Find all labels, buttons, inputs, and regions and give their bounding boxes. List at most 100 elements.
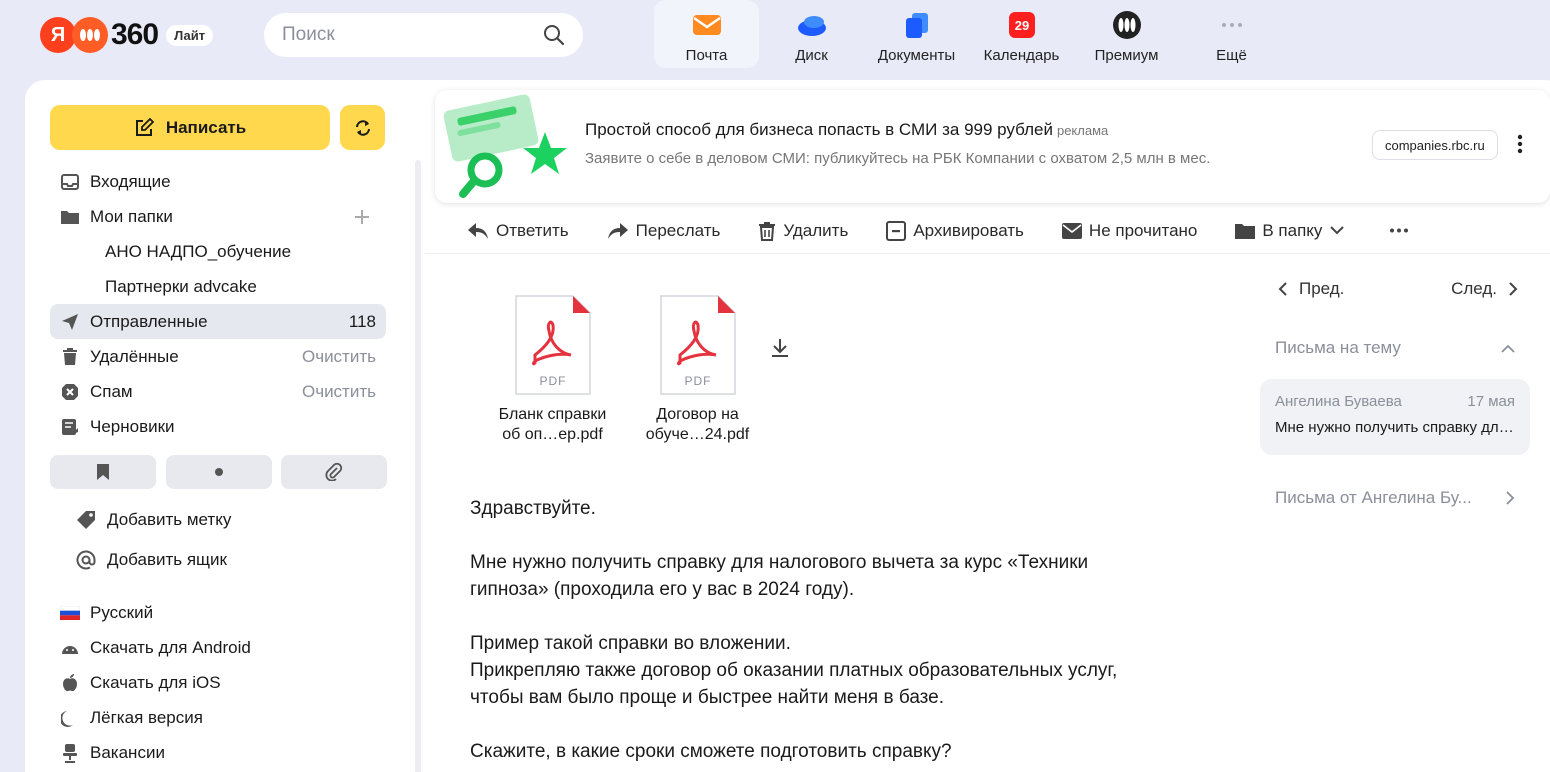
forward-button[interactable]: Переслать: [607, 221, 720, 241]
ad-title[interactable]: Простой способ для бизнеса попасть в СМИ…: [585, 120, 1108, 140]
light-version-link[interactable]: Лёгкая версия: [60, 700, 251, 735]
folder-trash[interactable]: Удалённые Очистить: [50, 339, 386, 374]
delete-button[interactable]: Удалить: [758, 221, 848, 241]
yandex-logo-icon: Я: [40, 17, 76, 53]
apple-icon: [60, 673, 80, 692]
logo-360-text: 360: [111, 18, 159, 51]
chevron-down-icon: [1330, 226, 1345, 235]
thread-panel: Пред. След. Письма на тему Ангелина Бува…: [1260, 275, 1530, 511]
ad-domain-button[interactable]: companies.rbc.ru: [1372, 130, 1498, 160]
yandex-360-logo[interactable]: Я 360 Лайт: [40, 15, 214, 55]
chevron-right-icon: [1509, 282, 1518, 296]
chevron-right-icon: [1506, 491, 1515, 505]
archive-icon: [886, 220, 907, 241]
chevron-left-icon: [1278, 282, 1287, 296]
compose-button[interactable]: Написать: [50, 105, 330, 150]
bookmark-icon: [97, 464, 109, 480]
folder-my-folders[interactable]: Мои папки: [50, 199, 386, 234]
service-documents[interactable]: Документы: [864, 0, 969, 68]
move-to-folder-button[interactable]: В папку: [1235, 221, 1351, 241]
language-link[interactable]: Русский: [60, 595, 251, 630]
ad-banner[interactable]: Простой способ для бизнеса попасть в СМИ…: [435, 90, 1550, 203]
add-label-link[interactable]: Добавить метку: [75, 500, 231, 540]
main-card: Написать Входящие Мои папки АНО НАДПО_об…: [25, 80, 1550, 772]
filter-bookmarked-button[interactable]: [50, 455, 156, 489]
spam-icon: [60, 382, 80, 402]
add-folder-icon[interactable]: [354, 209, 370, 225]
sidebar-scrollbar[interactable]: [415, 160, 421, 772]
tag-icon: [75, 510, 97, 530]
letters-from-sender-link[interactable]: Письма от Ангелина Бу...: [1260, 485, 1530, 511]
service-more[interactable]: Ещё: [1179, 0, 1284, 68]
dot-icon: [214, 468, 223, 476]
folder-sent[interactable]: Отправленные 118: [50, 304, 386, 339]
refresh-icon: [355, 119, 370, 136]
thread-date: 17 мая: [1467, 393, 1515, 410]
attachment-name: Бланк справки об оп…ер.pdf: [498, 406, 607, 443]
search-placeholder: Поиск: [282, 24, 335, 45]
folder-icon: [1235, 224, 1256, 239]
paperclip-icon: [325, 463, 343, 481]
filter-unread-button[interactable]: [165, 455, 272, 489]
trash-clear-link[interactable]: Очистить: [302, 347, 376, 367]
attachment-item[interactable]: PDF Бланк справки об оп…ер.pdf: [480, 295, 625, 445]
documents-icon: [901, 9, 933, 41]
thread-message-item[interactable]: Ангелина Буваева 17 мая Мне нужно получит…: [1260, 379, 1530, 455]
reply-button[interactable]: Ответить: [467, 221, 569, 241]
draft-icon: [60, 417, 80, 437]
spam-clear-link[interactable]: Очистить: [302, 382, 376, 402]
prev-message-link[interactable]: Пред.: [1278, 279, 1344, 299]
service-mail[interactable]: Почта: [654, 0, 759, 68]
filter-attachments-button[interactable]: [281, 455, 387, 489]
russian-flag-icon: [60, 605, 80, 620]
attachment-item[interactable]: PDF Договор на обуче…24.pdf: [625, 295, 770, 445]
search-input[interactable]: Поиск: [264, 13, 583, 57]
thread-subject: Мне нужно получить справку для налоговог…: [1275, 419, 1515, 436]
message-body: Здравствуйте. Мне нужно получить справку…: [470, 495, 1190, 772]
android-download-link[interactable]: Скачать для Android: [60, 630, 251, 665]
more-icon: [1390, 228, 1409, 233]
services-bar: Почта Диск Документы 29 Календарь Премиу…: [654, 0, 1284, 70]
thread-header[interactable]: Письма на тему: [1260, 333, 1530, 363]
forward-icon: [607, 222, 628, 239]
reply-icon: [468, 222, 488, 239]
service-calendar[interactable]: 29 Календарь: [969, 0, 1074, 68]
360-circles-icon: [72, 17, 108, 53]
ad-illustration-icon: [443, 94, 567, 198]
service-premium[interactable]: Премиум: [1074, 0, 1179, 68]
download-all-icon[interactable]: [770, 338, 790, 358]
service-disk[interactable]: Диск: [759, 0, 864, 68]
ad-more-icon[interactable]: [1517, 134, 1523, 154]
more-actions-button[interactable]: [1389, 228, 1416, 233]
disk-icon: [796, 9, 828, 41]
thread-sender: Ангелина Буваева: [1275, 393, 1402, 410]
folder-icon: [60, 207, 80, 227]
calendar-icon: 29: [1006, 9, 1038, 41]
mark-unread-button[interactable]: Не прочитано: [1061, 221, 1197, 241]
svg-text:PDF: PDF: [539, 374, 566, 388]
ios-download-link[interactable]: Скачать для iOS: [60, 665, 251, 700]
folder-spam[interactable]: Спам Очистить: [50, 374, 386, 409]
attachment-name: Договор на обуче…24.pdf: [645, 406, 750, 443]
more-icon: [1216, 9, 1248, 41]
envelope-icon: [1061, 222, 1082, 239]
message-navigation: Пред. След.: [1260, 275, 1530, 303]
archive-button[interactable]: Архивировать: [886, 220, 1024, 241]
svg-text:29: 29: [1014, 18, 1028, 33]
pdf-file-icon: PDF: [659, 295, 736, 395]
folder-ano-nadpo[interactable]: АНО НАДПО_обучение: [50, 234, 386, 269]
sent-count: 118: [348, 311, 376, 331]
sidebar: Написать Входящие Мои папки АНО НАДПО_об…: [25, 80, 415, 772]
folder-drafts[interactable]: Черновики: [50, 409, 386, 444]
ad-mark: реклама: [1056, 123, 1109, 138]
folder-partnerki[interactable]: Партнерки advcake: [50, 269, 386, 304]
vacancies-link[interactable]: Вакансии: [60, 735, 251, 770]
search-icon: [544, 25, 565, 46]
android-icon: [60, 641, 80, 655]
svg-text:PDF: PDF: [684, 374, 711, 388]
message-toolbar: Ответить Переслать Удалить Архивировать …: [425, 208, 1550, 254]
refresh-button[interactable]: [340, 105, 385, 150]
next-message-link[interactable]: След.: [1451, 279, 1518, 299]
folder-inbox[interactable]: Входящие: [50, 164, 386, 199]
add-mailbox-link[interactable]: Добавить ящик: [75, 540, 231, 580]
